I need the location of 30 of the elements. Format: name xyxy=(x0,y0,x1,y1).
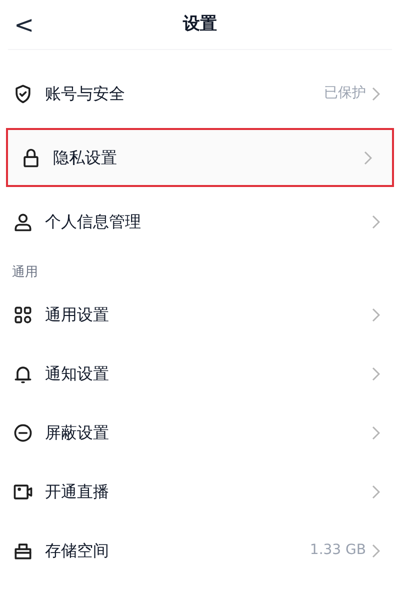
row-label: 账号与安全 xyxy=(45,82,125,104)
chevron-icon xyxy=(372,426,380,440)
section-heading: 通用 xyxy=(12,265,38,280)
chevron-icon xyxy=(372,308,380,322)
row-value: 已保护 xyxy=(324,84,366,103)
chevron-icon xyxy=(372,366,380,380)
page-title: 设置 xyxy=(183,12,217,36)
settings-row[interactable]: 存储空间 1.33 GB xyxy=(0,521,400,580)
chevron-icon xyxy=(372,86,380,100)
row-value: 1.33 GB xyxy=(310,541,366,560)
row-label: 个人信息管理 xyxy=(45,210,141,232)
row-label: 开通直播 xyxy=(45,480,109,502)
settings-row[interactable]: 个人信息管理 xyxy=(0,192,400,251)
row-label: 屏蔽设置 xyxy=(45,422,109,444)
settings-row[interactable]: 通用设置 xyxy=(0,285,400,344)
settings-row[interactable]: 隐私设置 xyxy=(6,128,394,187)
settings-row[interactable]: 屏蔽设置 xyxy=(0,403,400,462)
chevron-icon xyxy=(372,484,380,498)
back-button[interactable]: < xyxy=(14,12,34,36)
row-label: 通知设置 xyxy=(45,362,109,384)
chevron-icon xyxy=(372,214,380,228)
settings-row[interactable]: 通知设置 xyxy=(0,344,400,403)
row-label: 通用设置 xyxy=(45,304,109,326)
chevron-icon xyxy=(364,150,372,164)
settings-row[interactable]: 开通直播 xyxy=(0,462,400,521)
minus-circle-icon xyxy=(12,422,34,444)
row-label: 存储空间 xyxy=(45,540,109,562)
settings-row[interactable]: 账号与安全 已保护 xyxy=(0,64,400,123)
chevron-icon xyxy=(372,544,380,558)
row-label: 隐私设置 xyxy=(53,146,117,168)
